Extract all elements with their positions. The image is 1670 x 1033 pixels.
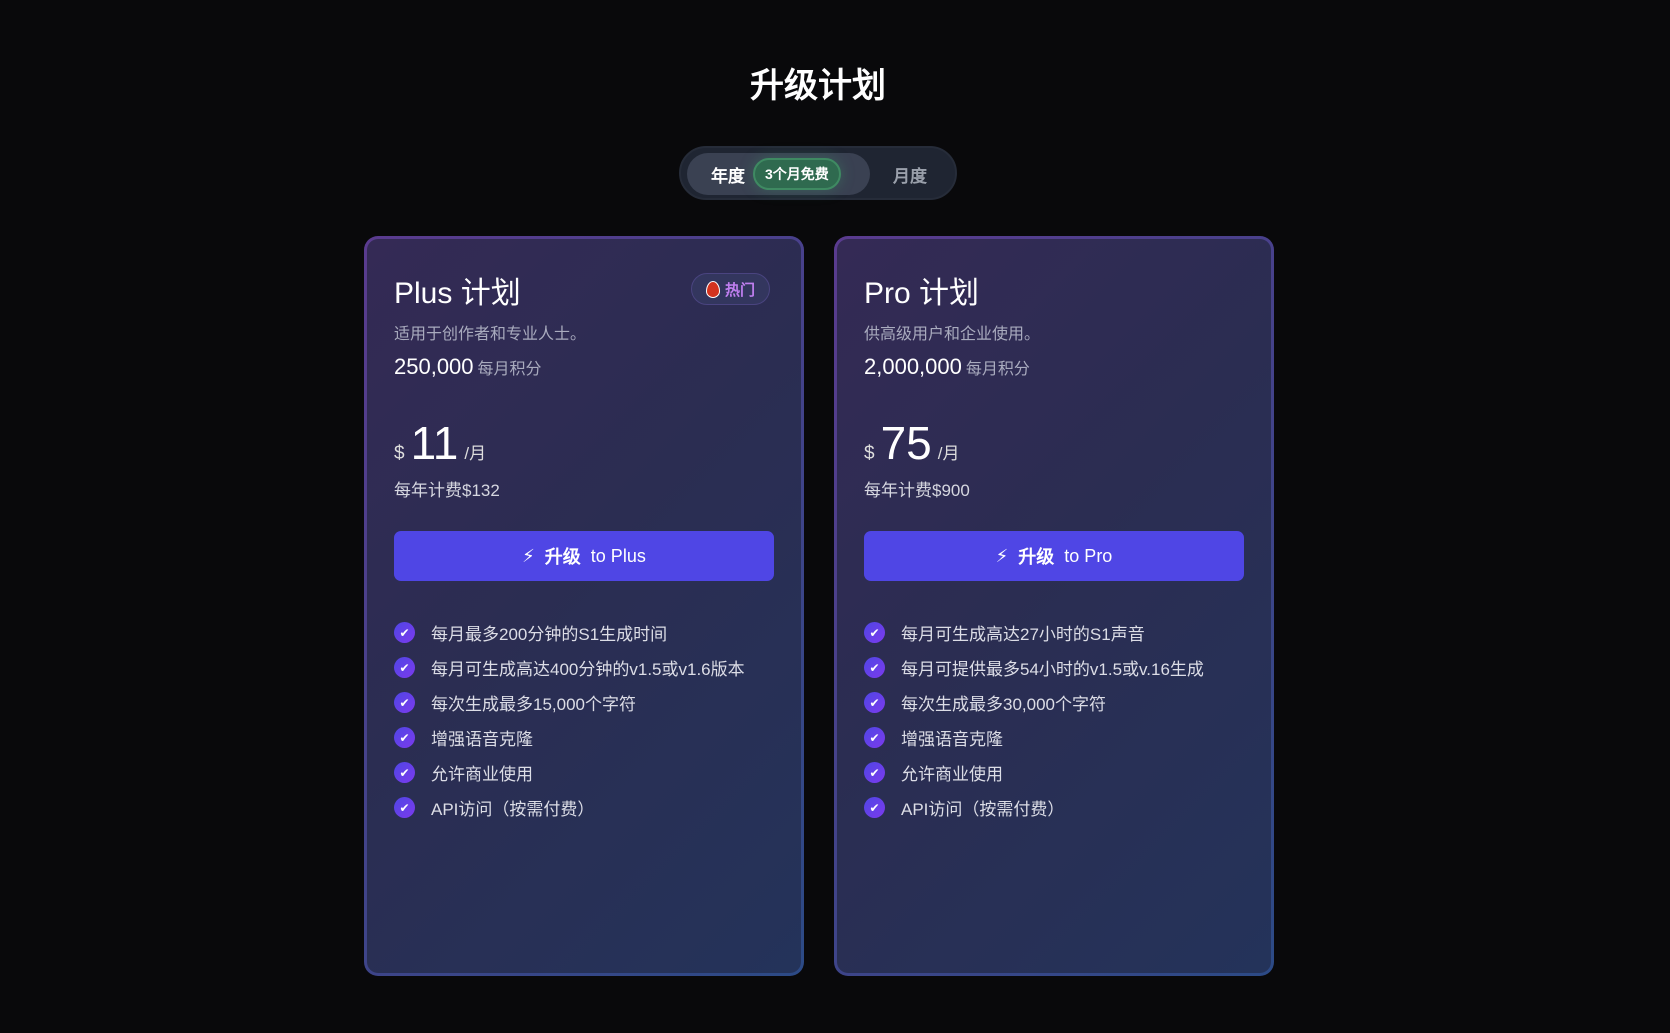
feature-item: ✔ 允许商业使用 — [394, 755, 774, 790]
feature-item: ✔ 每次生成最多30,000个字符 — [864, 685, 1244, 720]
upgrade-plus-button[interactable]: ⚡ 升级 to Plus — [394, 531, 774, 581]
feature-text: 允许商业使用 — [901, 765, 1003, 784]
check-icon: ✔ — [864, 622, 885, 643]
currency: $ — [394, 443, 405, 464]
price-amount: 75 — [880, 417, 932, 469]
credits-unit: 每月积分 — [477, 361, 542, 378]
popular-badge: 热门 — [690, 273, 770, 305]
feature-text: 每月可生成高达27小时的S1声音 — [901, 625, 1145, 644]
plan-price: $11/月 — [394, 416, 774, 470]
feature-item: ✔ 每月可生成高达400分钟的v1.5或v1.6版本 — [394, 650, 774, 685]
check-icon: ✔ — [394, 762, 415, 783]
check-icon: ✔ — [864, 797, 885, 818]
feature-text: API访问（按需付费） — [901, 800, 1065, 819]
page-title: 升级计划 — [750, 67, 886, 105]
feature-list: ✔ 每月最多200分钟的S1生成时间 ✔ 每月可生成高达400分钟的v1.5或v1.… — [394, 615, 774, 825]
plan-card-pro: Pro 计划 供高级用户和企业使用。 2,000,000 每月积分 $75/月 每… — [834, 236, 1274, 976]
feature-text: 每月可提供最多54小时的v1.5或v.16生成 — [901, 660, 1204, 679]
upgrade-pro-button[interactable]: ⚡ 升级 to Pro — [864, 531, 1244, 581]
check-icon: ✔ — [394, 657, 415, 678]
feature-text: 每月可生成高达400分钟的v1.5或v1.6版本 — [431, 660, 745, 679]
plan-price: $75/月 — [864, 416, 1244, 470]
feature-item: ✔ API访问（按需付费） — [864, 790, 1244, 825]
check-icon: ✔ — [864, 762, 885, 783]
free-months-badge: 3个月免费 — [753, 158, 841, 190]
plan-credits: 2,000,000 每月积分 — [864, 354, 1244, 380]
currency: $ — [864, 443, 875, 464]
popular-badge-label: 热门 — [724, 281, 755, 299]
price-period: /月 — [464, 444, 487, 463]
feature-item: ✔ 允许商业使用 — [864, 755, 1244, 790]
annual-billing-note: 每年计费$900 — [864, 481, 970, 500]
plan-name: Pro 计划 — [864, 277, 980, 310]
price-amount: 11 — [410, 417, 459, 469]
lightning-icon: ⚡ — [995, 545, 1009, 566]
feature-item: ✔ 增强语音克隆 — [864, 720, 1244, 755]
feature-text: 允许商业使用 — [431, 765, 533, 784]
feature-item: ✔ 每月最多200分钟的S1生成时间 — [394, 615, 774, 650]
lightning-icon: ⚡ — [522, 545, 535, 566]
button-prefix: 升级 — [1018, 547, 1055, 567]
credits-value: 2,000,000 — [864, 354, 962, 379]
feature-list: ✔ 每月可生成高达27小时的S1声音 ✔ 每月可提供最多54小时的v1.5或v.16… — [864, 615, 1244, 825]
feature-text: 每次生成最多15,000个字符 — [431, 695, 636, 714]
check-icon: ✔ — [394, 727, 415, 748]
feature-item: ✔ API访问（按需付费） — [394, 790, 774, 825]
plan-description: 供高级用户和企业使用。 — [864, 326, 1041, 343]
fire-icon — [705, 280, 720, 298]
check-icon: ✔ — [864, 692, 885, 713]
feature-text: 增强语音克隆 — [901, 730, 1003, 749]
button-prefix: 升级 — [544, 547, 581, 567]
button-suffix: to Plus — [590, 545, 646, 566]
feature-item: ✔ 每月可提供最多54小时的v1.5或v.16生成 — [864, 650, 1244, 685]
feature-item: ✔ 每次生成最多15,000个字符 — [394, 685, 774, 720]
plan-card-plus: Plus 计划 热门 适用于创作者和专业人士。 250,000 每月积分 $11/… — [364, 236, 804, 976]
check-icon: ✔ — [394, 692, 415, 713]
price-period: /月 — [937, 444, 960, 463]
feature-text: 每次生成最多30,000个字符 — [901, 695, 1106, 714]
annual-label: 年度 — [711, 166, 745, 186]
feature-item: ✔ 每月可生成高达27小时的S1声音 — [864, 615, 1244, 650]
feature-text: 每月最多200分钟的S1生成时间 — [431, 625, 668, 644]
toggle-annual[interactable]: 年度 3个月免费 — [687, 153, 870, 195]
plan-description: 适用于创作者和专业人士。 — [394, 326, 587, 343]
check-icon: ✔ — [394, 622, 415, 643]
annual-billing-note: 每年计费$132 — [394, 481, 500, 500]
check-icon: ✔ — [394, 797, 415, 818]
feature-item: ✔ 增强语音克隆 — [394, 720, 774, 755]
toggle-monthly[interactable]: 月度 — [893, 162, 927, 187]
credits-value: 250,000 — [394, 354, 474, 379]
feature-text: 增强语音克隆 — [431, 730, 533, 749]
feature-text: API访问（按需付费） — [431, 800, 595, 819]
billing-toggle[interactable]: 年度 3个月免费 月度 — [679, 146, 957, 200]
button-suffix: to Pro — [1064, 545, 1113, 566]
credits-unit: 每月积分 — [965, 361, 1030, 378]
plan-credits: 250,000 每月积分 — [394, 354, 774, 380]
check-icon: ✔ — [864, 657, 885, 678]
check-icon: ✔ — [864, 727, 885, 748]
